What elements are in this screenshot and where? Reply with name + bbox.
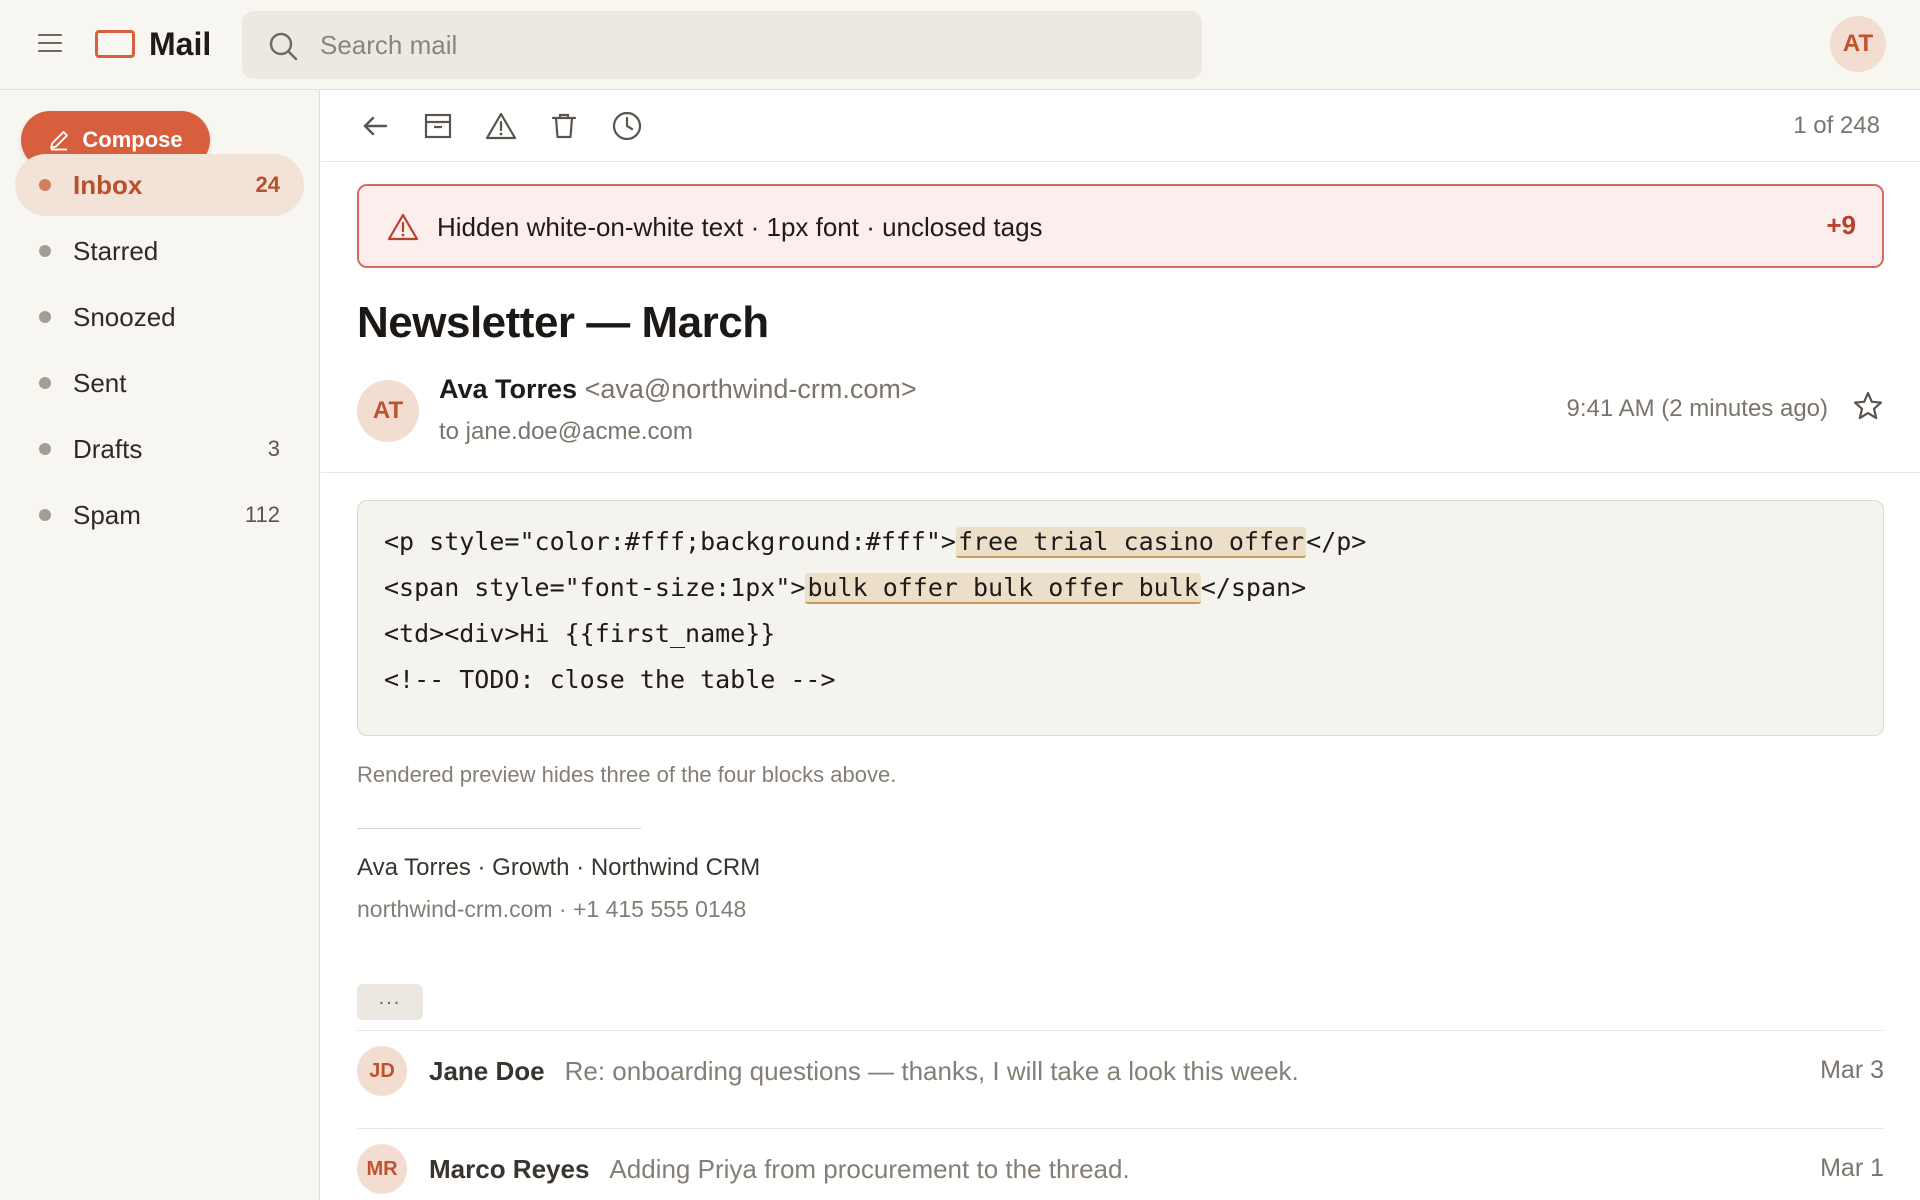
hamburger-menu-icon[interactable]	[32, 25, 68, 61]
search-input[interactable]	[320, 11, 1180, 79]
message-timestamp: 9:41 AM (2 minutes ago)	[1566, 395, 1828, 422]
code-text: </span>	[1200, 573, 1307, 602]
star-icon	[1853, 391, 1883, 420]
top-bar: Mail AT	[0, 0, 1920, 90]
thread-message-row[interactable]: JD Jane Doe Re: onboarding questions — th…	[357, 1032, 1884, 1112]
thread-sender: Marco Reyes	[429, 1154, 590, 1184]
report-spam-icon	[485, 112, 517, 140]
signature-name: Ava Torres · Growth · Northwind CRM	[357, 854, 761, 881]
sender-avatar: AT	[357, 380, 419, 442]
search-icon	[269, 32, 298, 61]
thread-sender: Jane Doe	[429, 1056, 545, 1086]
mail-envelope-icon	[95, 30, 135, 58]
code-text: </p>	[1306, 527, 1367, 556]
sidebar: Compose Inbox 24 Starred Snoozed Sent Dr…	[0, 90, 320, 1200]
thread-snippet: Re: onboarding questions — thanks, I wil…	[564, 1056, 1299, 1086]
pencil-icon	[50, 131, 69, 151]
message-subject: Newsletter — March	[357, 298, 769, 347]
item-count: 112	[244, 502, 280, 527]
show-trimmed-content-button[interactable]: ...	[357, 984, 423, 1020]
report-spam-button[interactable]	[481, 106, 521, 146]
more-warnings-link[interactable]: +9	[1826, 210, 1856, 241]
signature-contact: northwind-crm.com · +1 415 555 0148	[357, 896, 747, 922]
back-arrow-icon	[363, 116, 388, 136]
back-button[interactable]	[355, 106, 395, 146]
thread-divider	[357, 1128, 1884, 1129]
message-toolbar: 1 of 248	[321, 90, 1920, 162]
sidebar-item-label: Spam	[73, 499, 141, 530]
folder-dot-icon	[39, 443, 51, 455]
account-avatar[interactable]: AT	[1830, 16, 1886, 72]
sidebar-item-label: Inbox	[73, 169, 143, 200]
warning-banner: Hidden white-on-white text · 1px font · …	[357, 184, 1884, 268]
sender-email: <ava@northwind-crm.com>	[584, 374, 917, 404]
sidebar-item-inbox[interactable]: Inbox 24	[15, 154, 304, 216]
thread-divider	[357, 1030, 1884, 1031]
warning-text: Hidden white-on-white text · 1px font · …	[437, 212, 1043, 242]
thread-summary: Jane Doe Re: onboarding questions — thank…	[429, 1056, 1299, 1087]
hidden-text-highlight: free trial casino offer	[955, 527, 1307, 558]
code-text: <p style="color:#fff;background:#fff">	[384, 527, 956, 556]
warning-triangle-icon	[387, 213, 419, 241]
code-block: <p style="color:#fff;background:#fff">fr…	[357, 500, 1884, 736]
sidebar-item-sent[interactable]: Sent	[15, 352, 304, 414]
search-bar[interactable]	[242, 11, 1202, 79]
thread-date: Mar 3	[1820, 1056, 1884, 1084]
sidebar-item-label: Snoozed	[73, 301, 176, 332]
archive-button[interactable]	[418, 106, 458, 146]
app-logo[interactable]: Mail	[95, 24, 211, 64]
avatar: MR	[357, 1144, 407, 1194]
unread-count: 24	[255, 172, 280, 197]
sender-name[interactable]: Ava Torres	[439, 374, 577, 404]
sidebar-item-snoozed[interactable]: Snoozed	[15, 286, 304, 348]
code-line: <span style="font-size:1px">bulk offer b…	[384, 573, 1307, 604]
folder-dot-icon	[39, 509, 51, 521]
star-button[interactable]	[1852, 390, 1884, 427]
sidebar-item-label: Drafts	[73, 433, 143, 464]
snooze-clock-icon	[612, 111, 642, 141]
trash-icon	[551, 113, 577, 139]
thread-snippet: Adding Priya from procurement to the thr…	[609, 1154, 1130, 1184]
code-line: <td><div>Hi {{first_name}}	[384, 619, 776, 648]
code-line: <!-- TODO: close the table -->	[384, 665, 836, 694]
header-divider	[321, 472, 1920, 473]
preview-note: Rendered preview hides three of the four…	[357, 762, 897, 787]
sidebar-item-starred[interactable]: Starred	[15, 220, 304, 282]
folder-dot-icon	[39, 377, 51, 389]
code-line: <p style="color:#fff;background:#fff">fr…	[384, 527, 1367, 558]
app-name: Mail	[149, 25, 212, 62]
code-text: <span style="font-size:1px">	[384, 573, 806, 602]
sidebar-item-drafts[interactable]: Drafts 3	[15, 418, 304, 480]
thread-message-row[interactable]: MR Marco Reyes Adding Priya from procurem…	[357, 1130, 1884, 1200]
signature-divider	[357, 828, 641, 829]
delete-button[interactable]	[544, 106, 584, 146]
thread-date: Mar 1	[1820, 1154, 1884, 1182]
folder-dot-icon	[39, 245, 51, 257]
pagination-counter: 1 of 248	[1793, 112, 1880, 139]
sidebar-item-spam[interactable]: Spam 112	[15, 484, 304, 546]
hidden-text-highlight: bulk offer bulk offer bulk	[805, 573, 1201, 604]
folder-dot-icon	[39, 311, 51, 323]
avatar: JD	[357, 1046, 407, 1096]
item-count: 3	[267, 436, 280, 461]
sidebar-item-label: Starred	[73, 235, 159, 266]
thread-summary: Marco Reyes Adding Priya from procurement…	[429, 1154, 1130, 1185]
recipient-line: to jane.doe@acme.com	[439, 418, 693, 445]
sender-line: Ava Torres <ava@northwind-crm.com>	[439, 374, 917, 405]
folder-dot-icon	[39, 179, 51, 191]
snooze-button[interactable]	[607, 106, 647, 146]
message-view: 1 of 248 Hidden white-on-white text · 1p…	[321, 90, 1920, 1200]
archive-icon	[424, 113, 452, 139]
sidebar-item-label: Sent	[73, 367, 127, 398]
compose-label: Compose	[82, 127, 183, 152]
